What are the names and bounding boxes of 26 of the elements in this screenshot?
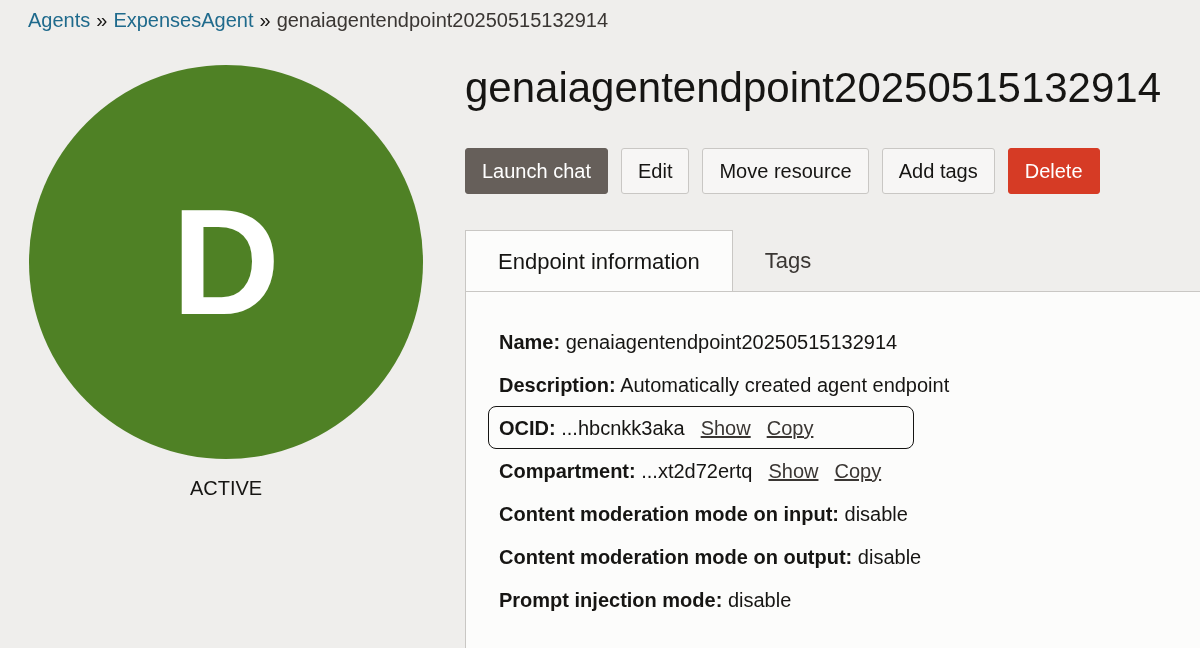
action-button[interactable]: Edit bbox=[621, 148, 690, 194]
status-label: ACTIVE bbox=[189, 476, 263, 501]
page-title: genaiagentendpoint20250515132914 bbox=[465, 63, 1163, 113]
breadcrumb-separator: » bbox=[259, 8, 271, 33]
detail-text: Prompt injection mode: disable bbox=[499, 587, 792, 613]
breadcrumb-separator: » bbox=[96, 8, 108, 33]
detail-text: Content moderation mode on output: disable bbox=[499, 544, 922, 570]
tab[interactable]: Tags bbox=[732, 230, 844, 291]
tab[interactable]: Endpoint information bbox=[465, 230, 733, 291]
breadcrumb-link[interactable]: Agents bbox=[28, 5, 91, 35]
detail-text: Description: Automatically created agent endpoint bbox=[499, 372, 950, 398]
detail-text: Name: genaiagentendpoint20250515132914 bbox=[499, 329, 898, 355]
detail-text: OCID: ...hbcnkk3aka bbox=[499, 415, 685, 441]
action-button[interactable]: Add tags bbox=[881, 148, 995, 194]
action-button[interactable]: Launch chat bbox=[465, 148, 608, 194]
breadcrumb-current: genaiagentendpoint20250515132914 bbox=[276, 8, 609, 33]
detail-link[interactable]: Copy bbox=[766, 412, 814, 443]
detail-link[interactable]: Copy bbox=[834, 455, 882, 486]
detail-link[interactable]: Show bbox=[700, 412, 751, 443]
detail-link[interactable]: Show bbox=[768, 455, 819, 486]
avatar-letter: D bbox=[171, 187, 281, 337]
breadcrumb-link[interactable]: ExpensesAgent bbox=[113, 5, 254, 35]
action-button[interactable]: Delete bbox=[1007, 148, 1100, 194]
detail-text: Content moderation mode on input: disable bbox=[499, 501, 908, 527]
action-button[interactable]: Move resource bbox=[702, 148, 869, 194]
detail-text: Compartment: ...xt2d72ertq bbox=[499, 458, 753, 484]
